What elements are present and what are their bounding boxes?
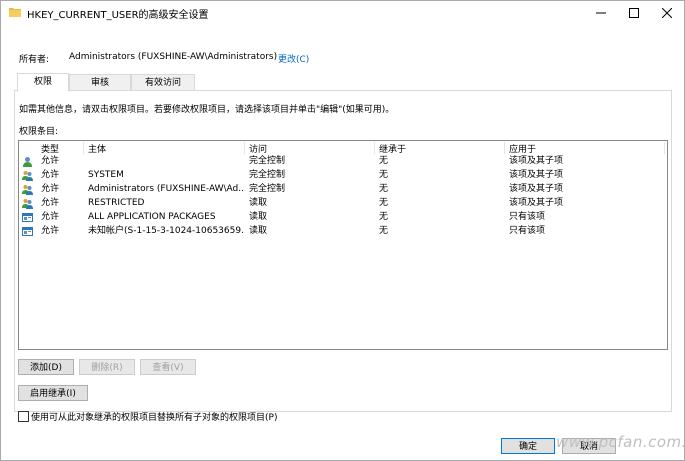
entry-access: 读取	[249, 198, 268, 208]
package-icon	[22, 213, 33, 222]
entry-inherited-from: 无	[379, 156, 389, 166]
entry-access: 完全控制	[249, 156, 286, 166]
table-row[interactable]: 允许 完全控制 无 该项及其子项	[19, 155, 667, 168]
replace-child-permissions-label[interactable]: 使用可从此对象继承的权限项目替换所有子对象的权限项目(P)	[31, 410, 277, 423]
change-owner-link[interactable]: 更改(C)	[278, 52, 309, 65]
permission-entries-list[interactable]: 类型 主体 访问 继承于 应用于 允许 完全控制 无 该项及其子项 允许 SYS…	[18, 140, 668, 350]
column-header-applies-to[interactable]: 应用于	[505, 142, 665, 154]
entry-access: 完全控制	[249, 170, 286, 180]
info-text: 如需其他信息，请双击权限项目。若要修改权限项目，请选择该项目并单击"编辑"(如果…	[19, 105, 395, 115]
replace-child-permissions-checkbox[interactable]	[18, 411, 29, 422]
title-bar[interactable]: HKEY_CURRENT_USER的高级安全设置	[1, 1, 684, 25]
column-header-type[interactable]: 类型	[37, 142, 84, 154]
ok-button[interactable]: 确定	[501, 438, 555, 454]
entry-access: 读取	[249, 212, 268, 222]
tab-strip: 权限 审核 有效访问	[14, 73, 670, 92]
entry-type: 允许	[41, 226, 60, 236]
entry-principal: 未知帐户(S-1-15-3-1024-10653659...	[88, 226, 245, 236]
entry-type: 允许	[41, 170, 60, 180]
entry-access: 读取	[249, 226, 268, 236]
user-icon	[23, 157, 32, 167]
column-header-access[interactable]: 访问	[245, 142, 375, 154]
list-header: 类型 主体 访问 继承于 应用于	[19, 141, 667, 154]
entry-inherited-from: 无	[379, 226, 389, 236]
tab-effective-access[interactable]: 有效访问	[131, 74, 195, 91]
owner-label: 所有者:	[19, 55, 50, 65]
minimize-button[interactable]	[584, 1, 617, 25]
table-row[interactable]: 允许 Administrators (FUXSHINE-AW\Ad... 完全控…	[19, 183, 667, 196]
entry-applies-to: 该项及其子项	[509, 198, 564, 208]
permission-entries-label: 权限条目:	[19, 127, 59, 137]
package-icon	[22, 227, 33, 236]
entry-inherited-from: 无	[379, 184, 389, 194]
security-settings-window: HKEY_CURRENT_USER的高级安全设置 所有者: Administra…	[0, 0, 685, 461]
table-row[interactable]: 允许 RESTRICTED 读取 无 该项及其子项	[19, 197, 667, 210]
group-icon	[22, 199, 33, 209]
group-icon	[22, 185, 33, 195]
maximize-icon	[628, 8, 639, 18]
entry-principal	[84, 155, 245, 168]
minimize-icon	[595, 12, 606, 14]
entry-type: 允许	[41, 184, 60, 194]
group-icon	[22, 171, 33, 181]
entry-type: 允许	[41, 198, 60, 208]
remove-button[interactable]: 删除(R)	[79, 359, 135, 375]
entry-inherited-from: 无	[379, 198, 389, 208]
entry-applies-to: 该项及其子项	[509, 170, 564, 180]
entry-principal: ALL APPLICATION PACKAGES	[88, 212, 216, 222]
tab-permissions[interactable]: 权限	[17, 73, 69, 92]
entry-applies-to: 只有该项	[509, 226, 546, 236]
window-title: HKEY_CURRENT_USER的高级安全设置	[27, 10, 209, 21]
enable-inheritance-button[interactable]: 启用继承(I)	[18, 385, 88, 401]
table-row[interactable]: 允许 SYSTEM 完全控制 无 该项及其子项	[19, 169, 667, 182]
entry-type: 允许	[41, 156, 60, 166]
entry-principal: RESTRICTED	[88, 198, 145, 208]
view-button[interactable]: 查看(V)	[140, 359, 196, 375]
entry-principal: Administrators (FUXSHINE-AW\Ad...	[88, 184, 245, 194]
entry-principal: SYSTEM	[88, 170, 124, 180]
close-button[interactable]	[650, 1, 683, 25]
close-icon	[661, 8, 672, 18]
entry-applies-to: 该项及其子项	[509, 184, 564, 194]
owner-value: Administrators (FUXSHINE-AW\Administrato…	[69, 52, 278, 62]
entry-inherited-from: 无	[379, 170, 389, 180]
table-row[interactable]: 允许 ALL APPLICATION PACKAGES 读取 无 只有该项	[19, 211, 667, 224]
entry-type: 允许	[41, 212, 60, 222]
column-header-inherited-from[interactable]: 继承于	[375, 142, 505, 154]
entry-applies-to: 该项及其子项	[509, 156, 564, 166]
entry-inherited-from: 无	[379, 212, 389, 222]
folder-icon	[9, 8, 21, 17]
watermark: www.pcfan.com.cn	[556, 433, 685, 451]
column-header-principal[interactable]: 主体	[84, 142, 245, 154]
entry-access: 完全控制	[249, 184, 286, 194]
tab-auditing[interactable]: 审核	[69, 74, 131, 91]
entry-applies-to: 只有该项	[509, 212, 546, 222]
maximize-button[interactable]	[617, 1, 650, 25]
table-row[interactable]: 允许 未知帐户(S-1-15-3-1024-10653659... 读取 无 只…	[19, 225, 667, 238]
add-button[interactable]: 添加(D)	[18, 359, 74, 375]
